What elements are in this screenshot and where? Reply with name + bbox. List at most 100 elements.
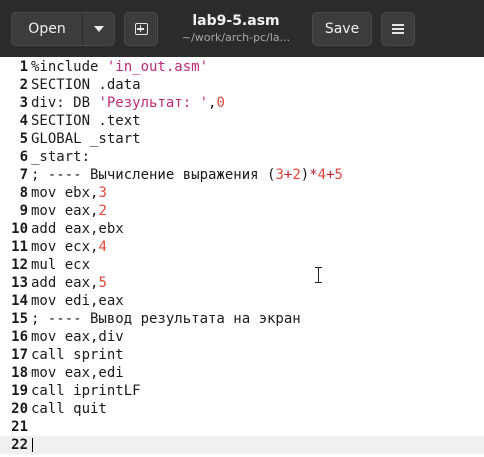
code-token-num: 2 <box>292 167 301 183</box>
code-line[interactable]: 5 GLOBAL _start <box>0 130 484 148</box>
code-token: mov ecx, <box>31 239 99 255</box>
code-token: mul ecx <box>31 257 91 273</box>
code-token-op: + <box>326 167 335 183</box>
code-line[interactable]: 2 SECTION .data <box>0 76 484 94</box>
text-editor-area[interactable]: 1 %include 'in_out.asm' 2 SECTION .data 3 div… <box>0 57 484 457</box>
code-line[interactable]: 7; ---- Вычисление выражения (3+2)*4+5 <box>0 166 484 184</box>
line-number: 12 <box>11 257 28 273</box>
code-line[interactable]: 1 %include 'in_out.asm' <box>0 58 484 76</box>
new-document-icon <box>134 23 148 35</box>
code-line[interactable]: 14 mov edi,eax <box>0 292 484 310</box>
line-number: 2 <box>19 77 28 93</box>
code-token: SECTION .data <box>31 77 141 93</box>
code-token: add eax,ebx <box>31 221 124 237</box>
code-token: ; ---- Вычисление выражения ( <box>31 167 276 183</box>
code-token: mov eax,edi <box>31 365 124 381</box>
code-token: call iprintLF <box>31 383 141 399</box>
code-text: call sprint <box>31 346 124 364</box>
code-text: add eax,ebx <box>31 220 124 238</box>
code-line[interactable]: 6 _start: <box>0 148 484 166</box>
code-line[interactable]: 18 mov eax,edi <box>0 364 484 382</box>
open-menu-button[interactable] <box>83 13 114 45</box>
code-line[interactable]: 9 mov eax,2 <box>0 202 484 220</box>
code-token: add eax, <box>31 275 99 291</box>
code-text: ; ---- Вычисление выражения (3+2)*4+5 <box>31 166 343 184</box>
code-line[interactable]: 10 add eax,ebx <box>0 220 484 238</box>
code-text: mov edi,eax <box>31 292 124 310</box>
code-token: ) <box>300 167 310 183</box>
save-button[interactable]: Save <box>312 12 372 46</box>
line-number: 15 <box>11 311 28 327</box>
code-line[interactable]: 17 call sprint <box>0 346 484 364</box>
code-text: div: DB 'Результат: ',0 <box>31 94 225 112</box>
code-token: SECTION .text <box>31 113 141 129</box>
code-line[interactable]: 15; ---- Вывод результата на экран <box>0 310 484 328</box>
code-token: call sprint <box>31 347 124 363</box>
line-number: 19 <box>11 383 28 399</box>
code-token: %include <box>31 59 107 75</box>
line-number: 22 <box>11 437 28 453</box>
line-number: 16 <box>11 329 28 345</box>
open-button[interactable]: Open <box>12 13 82 45</box>
code-text: GLOBAL _start <box>31 130 141 148</box>
line-number: 1 <box>19 59 28 75</box>
document-path: ~/work/arch-pc/la... <box>181 31 291 44</box>
code-token-str: 'Результат: ' <box>98 95 209 111</box>
line-number: 21 <box>11 419 28 435</box>
main-menu-button[interactable] <box>381 12 415 46</box>
code-line[interactable]: 3 div: DB 'Результат: ',0 <box>0 94 484 112</box>
code-token: mov eax,div <box>31 329 124 345</box>
code-line[interactable]: 20 call quit <box>0 400 484 418</box>
code-token: _start: <box>31 149 91 165</box>
code-token-num: 4 <box>317 167 327 183</box>
line-number: 6 <box>19 149 28 165</box>
new-tab-button[interactable] <box>124 12 158 46</box>
code-line[interactable]: 13 add eax,5 <box>0 274 484 292</box>
code-line[interactable]: 8 mov ebx,3 <box>0 184 484 202</box>
line-number: 18 <box>11 365 28 381</box>
code-text: _start: <box>31 148 90 166</box>
code-token-str: 'in_out.asm' <box>106 59 209 75</box>
line-number: 3 <box>19 95 28 111</box>
code-line[interactable]: 22 <box>0 436 484 454</box>
code-token: div: DB <box>31 95 99 111</box>
header-bar: Open lab9-5.asm ~/work/arch-pc/la... Sav… <box>0 0 484 57</box>
code-text: mov ebx,3 <box>31 184 107 202</box>
code-text: mov eax,div <box>31 328 124 346</box>
document-title: lab9-5.asm <box>192 13 280 29</box>
code-text: mov eax,edi <box>31 364 124 382</box>
code-line[interactable]: 11 mov ecx,4 <box>0 238 484 256</box>
code-line[interactable]: 19 call iprintLF <box>0 382 484 400</box>
code-text: call quit <box>31 400 107 418</box>
code-token: call quit <box>31 401 107 417</box>
code-token: mov edi,eax <box>31 293 124 309</box>
code-token-op: * <box>309 167 318 183</box>
code-text: %include 'in_out.asm' <box>31 58 208 76</box>
code-token-num: 3 <box>275 167 284 183</box>
open-button-group: Open <box>11 12 115 46</box>
code-token-num: 2 <box>98 203 107 219</box>
code-line[interactable]: 21 <box>0 418 484 436</box>
line-number: 17 <box>11 347 28 363</box>
code-text: mul ecx <box>31 256 90 274</box>
line-number: 20 <box>11 401 28 417</box>
line-number: 5 <box>19 131 28 147</box>
code-text: SECTION .text <box>31 112 141 130</box>
code-token-num: 3 <box>98 185 107 201</box>
code-token: GLOBAL _start <box>31 131 141 147</box>
line-number: 14 <box>11 293 28 309</box>
code-line[interactable]: 12 mul ecx <box>0 256 484 274</box>
code-token: mov ebx, <box>31 185 99 201</box>
line-number: 9 <box>19 203 28 219</box>
code-token-num: 5 <box>334 167 343 183</box>
code-line[interactable]: 4 SECTION .text <box>0 112 484 130</box>
code-token: mov eax, <box>31 203 99 219</box>
code-text: mov ecx,4 <box>31 238 107 256</box>
line-number: 8 <box>19 185 28 201</box>
line-number: 13 <box>11 275 28 291</box>
line-number: 11 <box>11 239 28 255</box>
code-line[interactable]: 16 mov eax,div <box>0 328 484 346</box>
code-token-num: 5 <box>98 275 107 291</box>
code-text: mov eax,2 <box>31 202 107 220</box>
code-text: call iprintLF <box>31 382 141 400</box>
